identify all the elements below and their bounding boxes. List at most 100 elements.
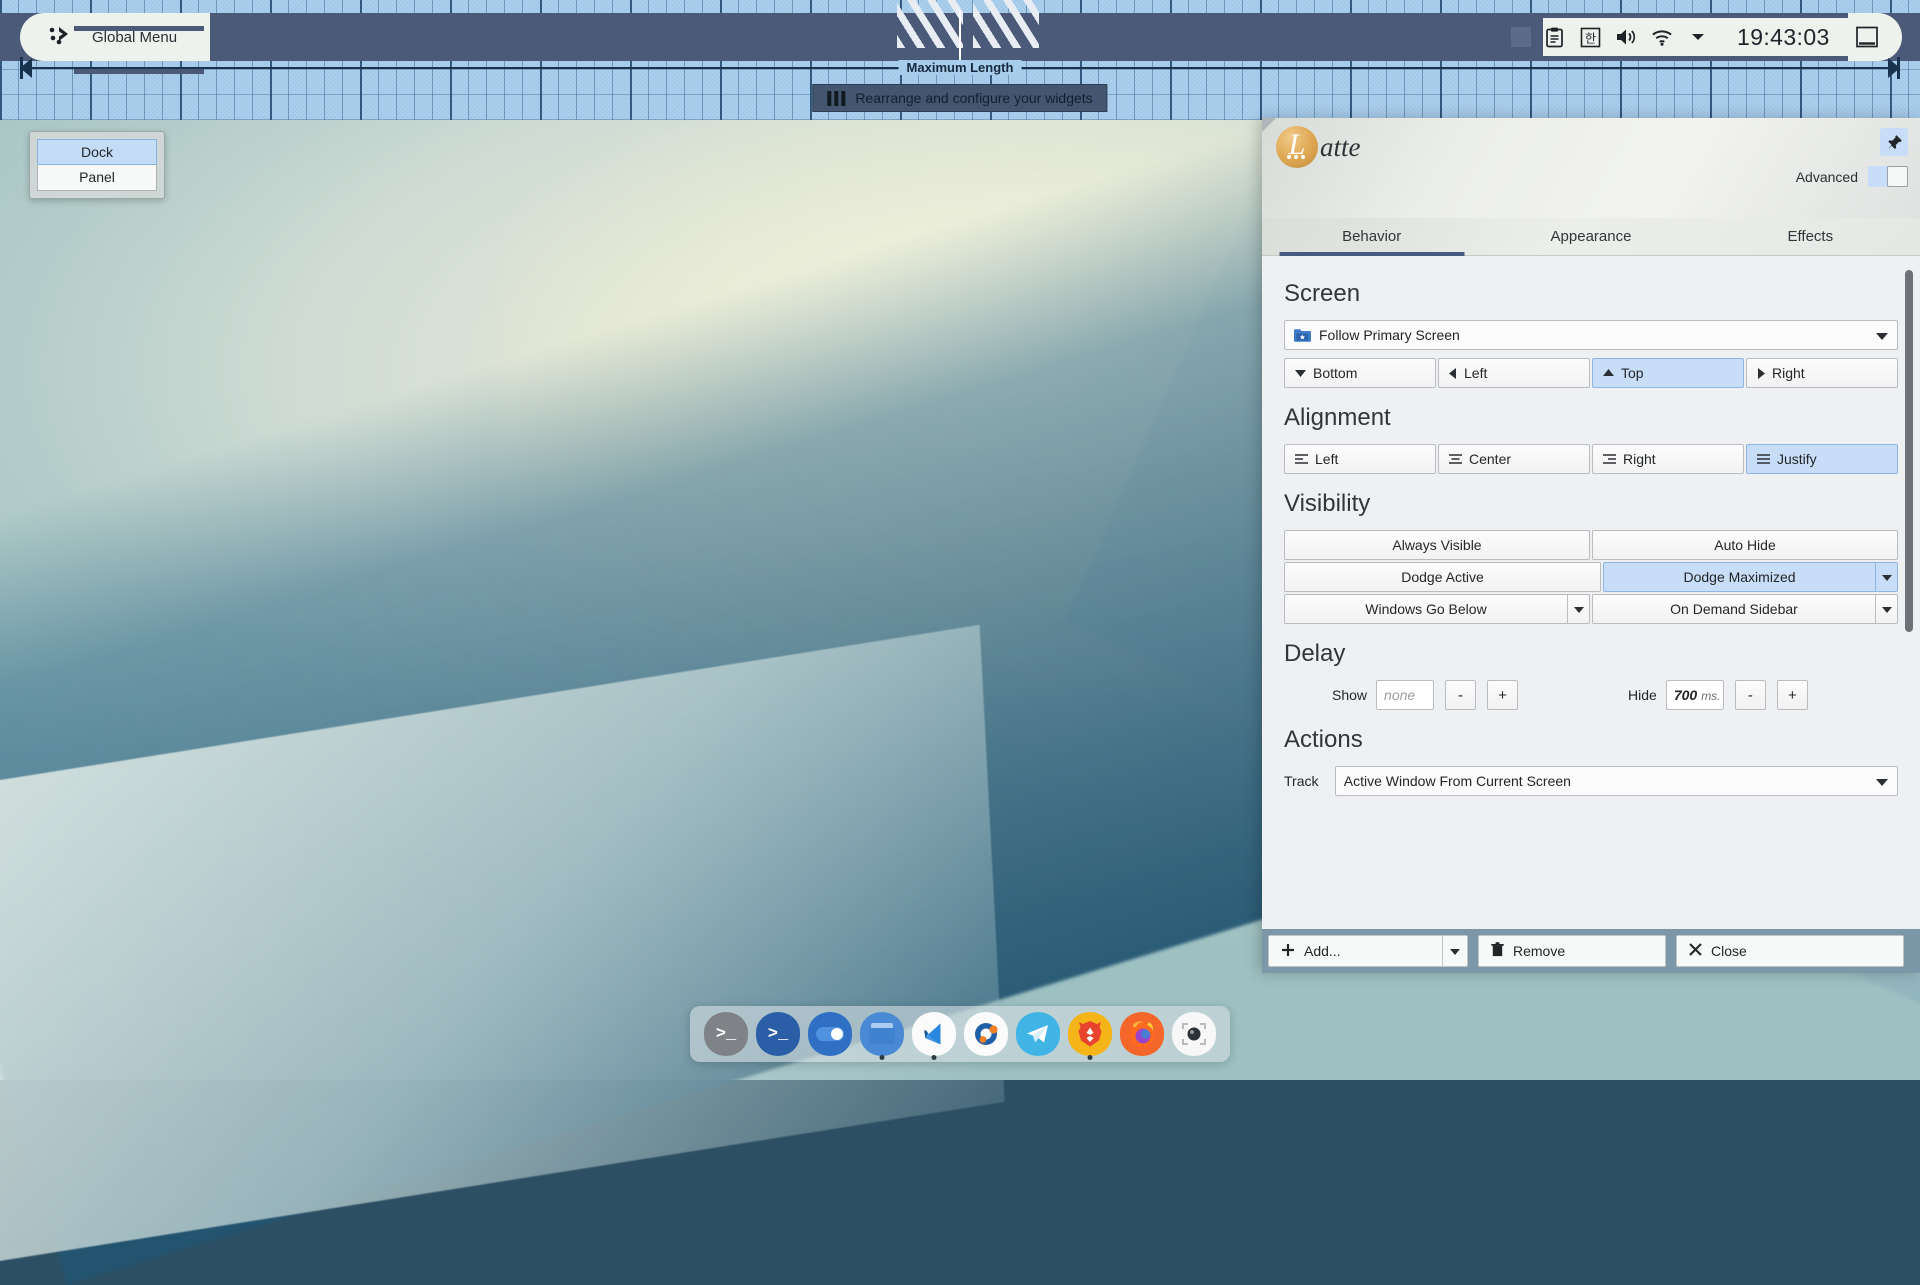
- digital-clock[interactable]: 19:43:03: [1737, 24, 1830, 51]
- dock-item-firefox[interactable]: [1120, 1012, 1164, 1056]
- delay-show-placeholder: none: [1384, 681, 1415, 709]
- position-right-button[interactable]: Right: [1746, 358, 1898, 388]
- type-option-panel[interactable]: Panel: [37, 165, 157, 191]
- visibility-auto-hide-button[interactable]: Auto Hide: [1592, 530, 1898, 560]
- visibility-always-visible-button[interactable]: Always Visible: [1284, 530, 1590, 560]
- show-desktop-icon[interactable]: [1854, 24, 1880, 50]
- delay-hide-minus-button[interactable]: -: [1735, 680, 1766, 710]
- terminal-blue-icon[interactable]: >_: [756, 1012, 800, 1056]
- terminal-gray-icon[interactable]: >_: [704, 1012, 748, 1056]
- qt-creator-icon[interactable]: [964, 1012, 1008, 1056]
- screen-select-value: Follow Primary Screen: [1319, 327, 1460, 343]
- chevron-down-icon[interactable]: [1876, 594, 1898, 624]
- advanced-switch[interactable]: [1868, 166, 1908, 187]
- dock-item-brave[interactable]: [1068, 1012, 1112, 1056]
- position-top-button[interactable]: Top: [1592, 358, 1744, 388]
- settings-tab-bar[interactable]: Behavior Appearance Effects: [1262, 218, 1920, 256]
- widgets-handle-icon: [827, 91, 845, 106]
- dock-item-qt-creator[interactable]: [964, 1012, 1008, 1056]
- alignment-center-label: Center: [1469, 451, 1511, 467]
- tab-behavior[interactable]: Behavior: [1262, 218, 1481, 255]
- dock-item-telegram[interactable]: [1016, 1012, 1060, 1056]
- visibility-windows-go-below-button[interactable]: Windows Go Below: [1284, 594, 1568, 624]
- visibility-on-demand-sidebar-button[interactable]: On Demand Sidebar: [1592, 594, 1876, 624]
- close-button[interactable]: Close: [1676, 935, 1904, 967]
- pin-icon[interactable]: [1880, 128, 1908, 156]
- latte-logo-icon: L: [1276, 126, 1318, 168]
- maximum-length-label: Maximum Length: [899, 60, 1022, 75]
- brave-icon[interactable]: [1068, 1012, 1112, 1056]
- remove-button[interactable]: Remove: [1478, 935, 1666, 967]
- position-top-label: Top: [1621, 365, 1644, 381]
- panel-center-tick: [959, 10, 961, 62]
- system-tray[interactable]: 한 19:43:03: [1507, 13, 1902, 61]
- file-manager-icon[interactable]: [860, 1012, 904, 1056]
- visibility-windows-go-below-group[interactable]: Windows Go Below: [1284, 594, 1590, 624]
- running-indicator: [1088, 1055, 1093, 1060]
- position-bottom-label: Bottom: [1313, 365, 1357, 381]
- chevron-down-icon: [1876, 327, 1888, 343]
- latte-settings-window: L atte Advanced Behavior Appearance Effe…: [1262, 118, 1920, 973]
- visibility-dodge-active-button[interactable]: Dodge Active: [1284, 562, 1601, 592]
- position-left-button[interactable]: Left: [1438, 358, 1590, 388]
- volume-icon[interactable]: [1615, 26, 1637, 48]
- applet-marker-top: [74, 26, 204, 31]
- clipboard-icon[interactable]: [1543, 26, 1565, 48]
- remove-label: Remove: [1513, 943, 1565, 959]
- delay-hide-input[interactable]: 700 ms.: [1666, 680, 1724, 710]
- tab-appearance[interactable]: Appearance: [1481, 218, 1700, 255]
- global-menu-label: Global Menu: [92, 29, 177, 46]
- trash-icon: [1491, 942, 1504, 960]
- delay-show-plus-button[interactable]: +: [1487, 680, 1518, 710]
- delay-show-input[interactable]: none: [1376, 680, 1434, 710]
- dock-item-terminal-blue[interactable]: >_: [756, 1012, 800, 1056]
- screenshot-icon[interactable]: [1172, 1012, 1216, 1056]
- position-left-label: Left: [1464, 365, 1487, 381]
- type-option-dock[interactable]: Dock: [37, 139, 157, 165]
- vscode-icon[interactable]: [912, 1012, 956, 1056]
- tab-effects[interactable]: Effects: [1701, 218, 1920, 255]
- dock-item-vscode[interactable]: [912, 1012, 956, 1056]
- visibility-row-3: Windows Go Below On Demand Sidebar: [1284, 594, 1898, 624]
- alignment-left-button[interactable]: Left: [1284, 444, 1436, 474]
- chevron-down-icon[interactable]: [1876, 562, 1898, 592]
- alignment-justify-button[interactable]: Justify: [1746, 444, 1898, 474]
- position-right-label: Right: [1772, 365, 1805, 381]
- settings-scrollbar-thumb[interactable]: [1905, 270, 1913, 632]
- visibility-dodge-maximized-button[interactable]: Dodge Maximized: [1603, 562, 1876, 592]
- chevron-down-icon[interactable]: [1568, 594, 1590, 624]
- system-settings-icon[interactable]: [808, 1012, 852, 1056]
- dock-item-screenshot[interactable]: [1172, 1012, 1216, 1056]
- dock-item-file-manager[interactable]: [860, 1012, 904, 1056]
- visibility-row-1: Always Visible Auto Hide: [1284, 530, 1898, 560]
- add-button[interactable]: Add...: [1268, 935, 1442, 967]
- position-bottom-button[interactable]: Bottom: [1284, 358, 1436, 388]
- wifi-icon[interactable]: [1651, 26, 1673, 48]
- track-combobox[interactable]: Active Window From Current Screen: [1335, 766, 1898, 796]
- firefox-icon[interactable]: [1120, 1012, 1164, 1056]
- close-x-icon: [1689, 943, 1702, 959]
- tray-collapse-handle[interactable]: [1497, 13, 1543, 61]
- input-method-korean-icon[interactable]: 한: [1579, 26, 1601, 48]
- advanced-toggle-row[interactable]: Advanced: [1796, 166, 1908, 187]
- screen-position-buttons[interactable]: Bottom Left Top Right: [1284, 358, 1898, 388]
- delay-hide-plus-button[interactable]: +: [1777, 680, 1808, 710]
- alignment-center-button[interactable]: Center: [1438, 444, 1590, 474]
- delay-show-minus-button[interactable]: -: [1445, 680, 1476, 710]
- screen-select-combobox[interactable]: Follow Primary Screen: [1284, 320, 1898, 350]
- global-menu-applet[interactable]: Global Menu: [20, 13, 210, 61]
- dock-item-system-settings[interactable]: [808, 1012, 852, 1056]
- telegram-icon[interactable]: [1016, 1012, 1060, 1056]
- add-button-group[interactable]: Add...: [1268, 935, 1468, 967]
- chevron-down-icon[interactable]: [1687, 26, 1709, 48]
- alignment-right-button[interactable]: Right: [1592, 444, 1744, 474]
- dock-type-popup[interactable]: Dock Panel: [29, 131, 165, 199]
- chevron-down-icon[interactable]: [1442, 935, 1468, 967]
- rearrange-widgets-tooltip[interactable]: Rearrange and configure your widgets: [812, 84, 1107, 112]
- visibility-dodge-maximized-group[interactable]: Dodge Maximized: [1603, 562, 1898, 592]
- dock-item-terminal-gray[interactable]: >_: [704, 1012, 748, 1056]
- track-row: Track Active Window From Current Screen: [1284, 766, 1898, 796]
- visibility-on-demand-sidebar-group[interactable]: On Demand Sidebar: [1592, 594, 1898, 624]
- visibility-row-2: Dodge Active Dodge Maximized: [1284, 562, 1898, 592]
- alignment-buttons[interactable]: Left Center Right Justify: [1284, 444, 1898, 474]
